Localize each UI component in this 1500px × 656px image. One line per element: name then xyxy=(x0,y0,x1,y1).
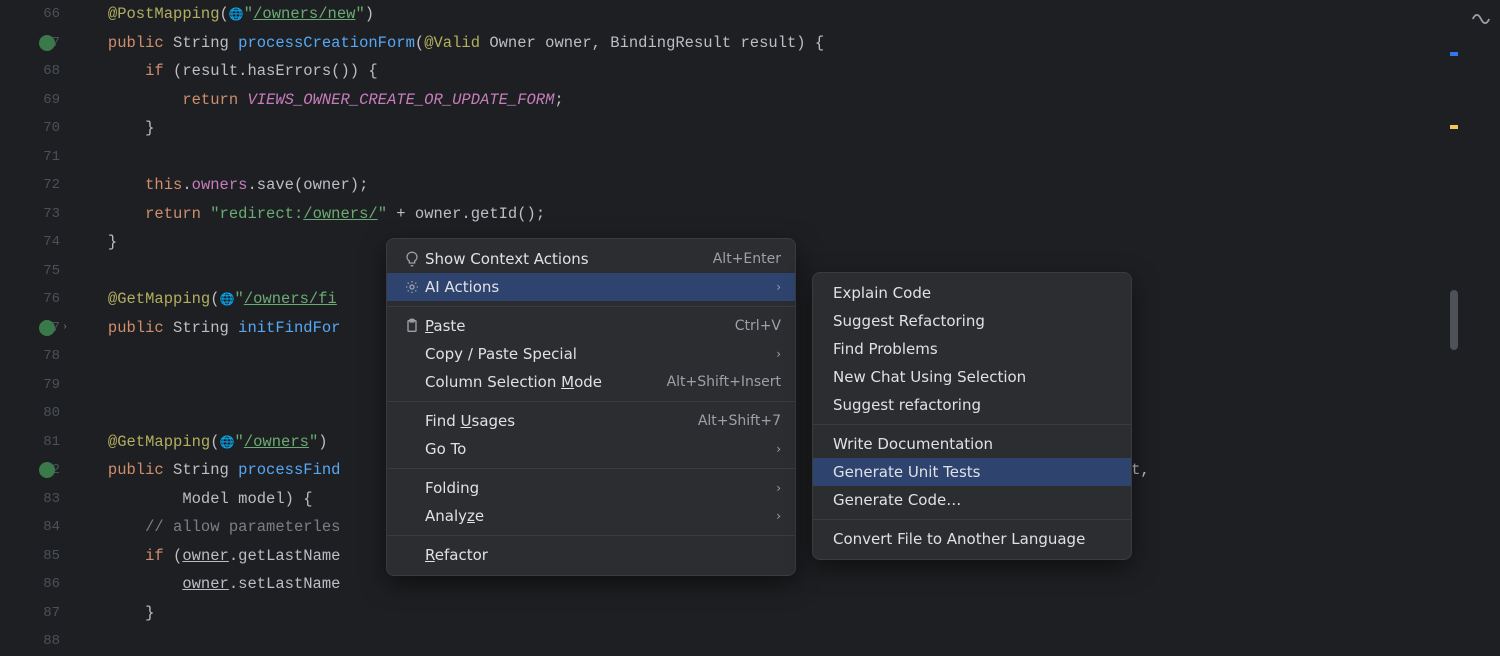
menu-item[interactable]: Paste Ctrl+V xyxy=(387,312,795,340)
line-number: 70 xyxy=(0,114,60,143)
menu-item-label: Write Documentation xyxy=(827,435,1117,453)
menu-item[interactable]: Find Problems xyxy=(813,335,1131,363)
scroll-marker[interactable] xyxy=(1450,52,1458,56)
menu-item[interactable]: Suggest Refactoring xyxy=(813,307,1131,335)
menu-shortcut: Alt+Shift+Insert xyxy=(667,374,781,390)
line-number: 72 xyxy=(0,171,60,200)
ai-icon xyxy=(401,279,423,295)
menu-item[interactable]: New Chat Using Selection xyxy=(813,363,1131,391)
line-number: 68 xyxy=(0,57,60,86)
ai-assist-icon[interactable] xyxy=(1470,8,1492,35)
context-menu[interactable]: Show Context Actions Alt+Enter AI Actions ›… xyxy=(386,238,796,576)
menu-item-label: AI Actions xyxy=(423,278,752,296)
line-number: 84 xyxy=(0,513,60,542)
ai-actions-submenu[interactable]: Explain Code Suggest Refactoring Find Prob… xyxy=(812,272,1132,560)
line-number: 75 xyxy=(0,257,60,286)
menu-separator xyxy=(387,468,795,469)
menu-item-label: Generate Code… xyxy=(827,491,1117,509)
menu-item-label: Folding xyxy=(423,479,752,497)
paste-icon xyxy=(401,318,423,334)
line-number: 88 xyxy=(0,627,60,656)
menu-shortcut: Alt+Shift+7 xyxy=(698,413,781,429)
menu-item-label: Suggest Refactoring xyxy=(827,312,1117,330)
line-number: 87 xyxy=(0,599,60,628)
menu-item[interactable]: Convert File to Another Language xyxy=(813,525,1131,553)
chevron-right-icon: › xyxy=(776,280,781,294)
menu-item-label: Find Problems xyxy=(827,340,1117,358)
menu-separator xyxy=(813,424,1131,425)
menu-item[interactable]: Find Usages Alt+Shift+7 xyxy=(387,407,795,435)
line-number: 83 xyxy=(0,485,60,514)
code-line[interactable]: } xyxy=(80,599,1500,628)
chevron-right-icon: › xyxy=(776,442,781,456)
menu-item[interactable]: Generate Unit Tests xyxy=(813,458,1131,486)
scrollbar-track[interactable] xyxy=(1446,0,1458,600)
menu-item[interactable]: Show Context Actions Alt+Enter xyxy=(387,245,795,273)
menu-item-label: Generate Unit Tests xyxy=(827,463,1117,481)
menu-item[interactable]: Analyze › xyxy=(387,502,795,530)
code-line[interactable]: this.owners.save(owner); xyxy=(80,171,1500,200)
menu-separator xyxy=(387,535,795,536)
line-number: 85 xyxy=(0,542,60,571)
run-gutter-icon[interactable] xyxy=(39,320,55,336)
line-number: 73 xyxy=(0,200,60,229)
line-number: 81 xyxy=(0,428,60,457)
menu-item-label: Show Context Actions xyxy=(423,250,689,268)
menu-item-label: Suggest refactoring xyxy=(827,396,1117,414)
menu-separator xyxy=(387,306,795,307)
code-line[interactable]: return "redirect:/owners/" + owner.getId… xyxy=(80,200,1500,229)
menu-item[interactable]: Generate Code… xyxy=(813,486,1131,514)
menu-item[interactable]: Column Selection Mode Alt+Shift+Insert xyxy=(387,368,795,396)
menu-item-label: Go To xyxy=(423,440,752,458)
line-gutter: 6667686970717273747576777879808182838485… xyxy=(0,0,70,600)
menu-item-label: Refactor xyxy=(423,546,781,564)
menu-separator xyxy=(387,401,795,402)
menu-shortcut: Ctrl+V xyxy=(735,318,781,334)
menu-item-label: Explain Code xyxy=(827,284,1117,302)
menu-item-label: Paste xyxy=(423,317,711,335)
code-line[interactable]: public String processCreationForm(@Valid… xyxy=(80,29,1500,58)
line-number: 76 xyxy=(0,285,60,314)
code-line[interactable]: @PostMapping(🌐"/owners/new") xyxy=(80,0,1500,29)
line-number: 78 xyxy=(0,342,60,371)
line-number: 80 xyxy=(0,399,60,428)
menu-item[interactable]: Suggest refactoring xyxy=(813,391,1131,419)
line-number: 74 xyxy=(0,228,60,257)
menu-item-label: Copy / Paste Special xyxy=(423,345,752,363)
code-line[interactable]: return VIEWS_OWNER_CREATE_OR_UPDATE_FORM… xyxy=(80,86,1500,115)
menu-shortcut: Alt+Enter xyxy=(713,251,781,267)
bulb-icon xyxy=(401,251,423,267)
line-number: 86 xyxy=(0,570,60,599)
scroll-thumb[interactable] xyxy=(1450,290,1458,350)
menu-separator xyxy=(813,519,1131,520)
line-number: 69 xyxy=(0,86,60,115)
menu-item[interactable]: Explain Code xyxy=(813,279,1131,307)
line-number: 79 xyxy=(0,371,60,400)
code-line[interactable]: } xyxy=(80,114,1500,143)
menu-item[interactable]: Refactor xyxy=(387,541,795,569)
chevron-right-icon: › xyxy=(776,347,781,361)
run-gutter-icon[interactable] xyxy=(39,35,55,51)
chevron-right-icon[interactable]: › xyxy=(62,322,68,333)
run-gutter-icon[interactable] xyxy=(39,462,55,478)
menu-item-label: Analyze xyxy=(423,507,752,525)
code-line[interactable] xyxy=(80,143,1500,172)
menu-item[interactable]: Folding › xyxy=(387,474,795,502)
line-number: 71 xyxy=(0,143,60,172)
chevron-right-icon: › xyxy=(776,509,781,523)
menu-item-label: Find Usages xyxy=(423,412,674,430)
menu-item[interactable]: Copy / Paste Special › xyxy=(387,340,795,368)
menu-item-label: New Chat Using Selection xyxy=(827,368,1117,386)
menu-item[interactable]: Write Documentation xyxy=(813,430,1131,458)
line-number: 66 xyxy=(0,0,60,29)
scroll-marker[interactable] xyxy=(1450,125,1458,129)
code-line[interactable] xyxy=(80,627,1500,656)
chevron-right-icon: › xyxy=(776,481,781,495)
menu-item-label: Convert File to Another Language xyxy=(827,530,1117,548)
menu-item[interactable]: Go To › xyxy=(387,435,795,463)
code-line[interactable]: if (result.hasErrors()) { xyxy=(80,57,1500,86)
menu-item-label: Column Selection Mode xyxy=(423,373,643,391)
menu-item[interactable]: AI Actions › xyxy=(387,273,795,301)
